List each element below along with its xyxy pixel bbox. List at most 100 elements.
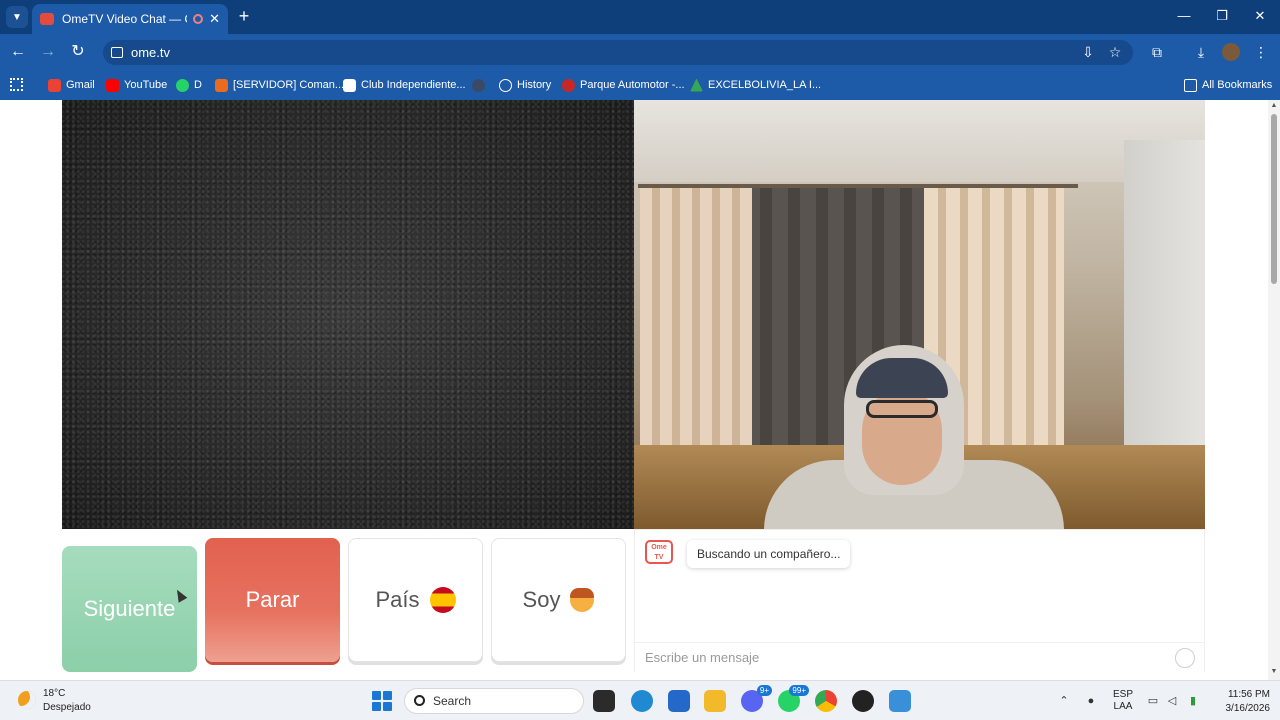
- all-bookmarks-label: All Bookmarks: [1202, 79, 1273, 91]
- bookmark-gmail[interactable]: Gmail: [48, 76, 95, 94]
- weather-moon-icon[interactable]: [18, 691, 36, 709]
- site-info-icon[interactable]: [111, 47, 123, 58]
- extensions-icon[interactable]: ⧉: [1148, 43, 1166, 61]
- gmail-icon: [48, 78, 61, 92]
- app-icon[interactable]: [889, 690, 911, 712]
- apps-grid-icon[interactable]: [10, 78, 23, 91]
- history-icon: [499, 78, 512, 92]
- status-message: Buscando un compañero...: [687, 540, 851, 568]
- whatsapp-icon: [176, 78, 189, 92]
- task-view-icon[interactable]: [593, 690, 615, 712]
- tab-search-button[interactable]: ▼: [6, 6, 28, 28]
- shield-icon: [215, 78, 228, 92]
- wordpress-icon: [343, 78, 356, 92]
- bookmark-club[interactable]: Club Independiente...: [343, 76, 466, 94]
- file-explorer-icon[interactable]: [704, 690, 726, 712]
- bookmark-blank[interactable]: [472, 76, 490, 94]
- chrome-icon[interactable]: [815, 690, 837, 712]
- windows-taskbar: 18°C Despejado Search 9+ 99+ ⌃ ● ESP LAA…: [0, 680, 1280, 720]
- curtain-rod: [638, 184, 1078, 188]
- tab-strip: ▼ OmeTV Video Chat — Ome ✕ + — ❐ ✕: [0, 0, 1280, 34]
- gender-button[interactable]: Soy: [491, 538, 626, 662]
- browser-tab[interactable]: OmeTV Video Chat — Ome ✕: [32, 4, 228, 34]
- microphone-icon[interactable]: ●: [1084, 694, 1098, 708]
- curtain-left: [640, 186, 752, 486]
- downloads-icon[interactable]: ⤓: [1192, 43, 1210, 61]
- close-window-button[interactable]: ✕: [1242, 6, 1278, 26]
- start-icon[interactable]: [372, 691, 392, 711]
- weather-desc: Despejado: [43, 702, 91, 713]
- whatsapp-taskbar-icon[interactable]: 99+: [778, 685, 809, 712]
- remote-video: [62, 100, 634, 529]
- address-bar[interactable]: ome.tv: [103, 40, 1133, 65]
- spain-flag-icon: [429, 587, 456, 613]
- drive-icon: [690, 78, 703, 92]
- bookmark-whatsapp[interactable]: D: [176, 76, 202, 94]
- minimize-button[interactable]: —: [1166, 6, 1202, 26]
- bookmarks-bar: Gmail YouTube D [SERVIDOR] Coman... Club…: [0, 70, 1280, 100]
- install-app-icon[interactable]: ⇩: [1079, 43, 1097, 61]
- all-bookmarks[interactable]: All Bookmarks: [1184, 76, 1272, 94]
- maximize-button[interactable]: ❐: [1204, 6, 1240, 26]
- forward-button[interactable]: →: [38, 42, 58, 62]
- clock[interactable]: 11:56 PM 3/16/2026: [1214, 688, 1271, 716]
- bookmark-label: History: [517, 79, 552, 91]
- network-icon[interactable]: ▭: [1146, 694, 1160, 708]
- volume-icon[interactable]: ◁: [1165, 694, 1179, 708]
- reload-button[interactable]: ↻: [68, 42, 88, 62]
- next-button[interactable]: Siguiente: [62, 546, 197, 672]
- ceiling: [634, 100, 1205, 182]
- emoji-icon[interactable]: [1175, 648, 1195, 668]
- chat-panel: Ome TV Buscando un compañero...: [634, 529, 1205, 672]
- scroll-thumb[interactable]: [1271, 114, 1277, 284]
- bookmark-parque[interactable]: Parque Automotor -...: [562, 76, 685, 94]
- edge-icon[interactable]: [631, 690, 653, 712]
- discord-icon[interactable]: 9+: [741, 685, 772, 712]
- tray-overflow-icon[interactable]: ⌃: [1057, 694, 1071, 708]
- profile-avatar[interactable]: [1222, 43, 1240, 61]
- menu-icon[interactable]: ⋮: [1252, 43, 1270, 61]
- stop-button[interactable]: Parar: [205, 538, 340, 662]
- bookmark-label: Parque Automotor -...: [580, 79, 685, 91]
- battery-icon[interactable]: ▮: [1186, 694, 1200, 708]
- close-tab-icon[interactable]: ✕: [209, 11, 220, 27]
- bookmark-label: D: [194, 79, 202, 91]
- scroll-down-icon[interactable]: ▼: [1270, 668, 1278, 676]
- back-button[interactable]: ←: [8, 42, 28, 62]
- bookmark-star-icon[interactable]: ☆: [1106, 43, 1124, 61]
- page-scrollbar[interactable]: ▲ ▼: [1268, 100, 1280, 680]
- bookmark-label: Club Independiente...: [361, 79, 466, 91]
- bookmark-label: Gmail: [66, 79, 95, 91]
- bookmark-youtube[interactable]: YouTube: [106, 76, 167, 94]
- country-button[interactable]: País: [348, 538, 483, 662]
- bookmark-excelbolivia[interactable]: EXCELBOLIVIA_LA I...: [690, 76, 821, 94]
- boy-face-icon: [570, 588, 595, 612]
- language-top: ESP: [1112, 689, 1133, 700]
- clock-time: 11:56 PM: [1227, 689, 1270, 700]
- message-input[interactable]: [635, 642, 1204, 672]
- store-icon[interactable]: [668, 690, 690, 712]
- browser-toolbar: ← → ↻ ome.tv ⇩ ☆ ⧉ ⤓ ⋮: [0, 34, 1280, 70]
- ometv-logo-icon: Ome TV: [645, 540, 673, 564]
- scroll-up-icon[interactable]: ▲: [1270, 102, 1278, 110]
- weather-temp: 18°C: [43, 688, 66, 699]
- local-video: [634, 100, 1205, 529]
- bookmark-label: [SERVIDOR] Coman...: [233, 79, 345, 91]
- language-indicator[interactable]: ESP LAA: [1110, 689, 1136, 713]
- youtube-icon: [106, 78, 119, 92]
- new-tab-button[interactable]: +: [234, 6, 254, 26]
- ometv-page: Siguiente Parar País Soy Ome TV Buscando…: [0, 100, 1280, 680]
- url-text: ome.tv: [131, 45, 171, 60]
- bookmark-servidor[interactable]: [SERVIDOR] Coman...: [215, 76, 344, 94]
- taskbar-search[interactable]: Search: [404, 688, 584, 714]
- glasses: [866, 400, 938, 418]
- bookmark-label: EXCELBOLIVIA_LA I...: [708, 79, 822, 91]
- ometv-favicon-icon: [40, 13, 54, 25]
- country-button-label: País: [375, 587, 420, 612]
- obs-icon[interactable]: [852, 690, 874, 712]
- bookmark-history[interactable]: History: [499, 76, 551, 94]
- bookmark-label: YouTube: [124, 79, 168, 91]
- search-icon: [414, 695, 425, 706]
- stop-button-label: Parar: [245, 587, 300, 612]
- discord-badge: 9+: [756, 685, 772, 696]
